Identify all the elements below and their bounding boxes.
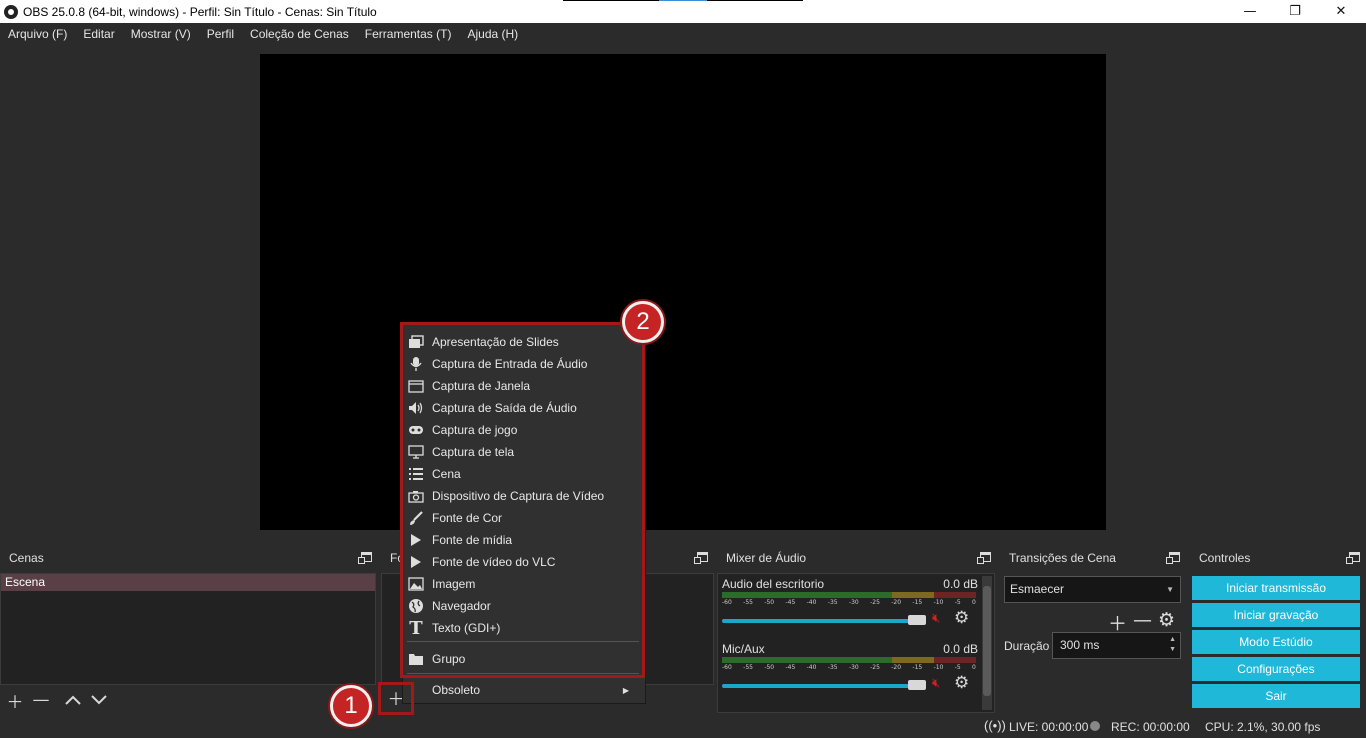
volume-slider-handle[interactable] (908, 680, 926, 690)
move-up-icon[interactable] (60, 688, 86, 712)
menu-arquivo[interactable]: Arquivo (F) (2, 27, 73, 41)
menu-bar: Arquivo (F) Editar Mostrar (V) Perfil Co… (0, 23, 1366, 45)
mixer-channel-mic: Mic/Aux 0.0 dB -60 -55 -50 -45 -40 -35 -30 -25-… (722, 639, 978, 701)
transitions-dock-title: Transições de Cena (1009, 551, 1116, 565)
menu-ferramentas[interactable]: Ferramentas (T) (359, 27, 458, 41)
menu-ajuda[interactable]: Ajuda (H) (461, 27, 524, 41)
menu-perfil[interactable]: Perfil (201, 27, 240, 41)
close-button[interactable]: ✕ (1318, 0, 1364, 23)
duration-label: Duração (1004, 639, 1050, 653)
volume-meter (722, 657, 976, 663)
controls-dock-header: Controles (1190, 543, 1366, 573)
add-scene-button[interactable]: ＋ (2, 688, 28, 713)
dock-area: Cenas Escena ＋ — Fo ＋ Mixer de Áudio Aud… (0, 543, 1366, 715)
channel-name: Audio del escritorio (722, 577, 825, 591)
highlight-menu-box (400, 322, 645, 678)
submenu-arrow-icon: ▶ (622, 685, 629, 695)
title-bar: OBS 25.0.8 (64-bit, windows) - Perfil: S… (0, 0, 1366, 23)
mixer-channel-desktop: Audio del escritorio 0.0 dB -60 -55 -50 -45… (722, 574, 978, 636)
remove-scene-button[interactable]: — (28, 688, 54, 712)
step-badge-2: 2 (622, 301, 664, 343)
menu-colecao-cenas[interactable]: Coleção de Cenas (244, 27, 355, 41)
float-dock-icon[interactable] (977, 552, 991, 564)
controls-dock-title: Controles (1199, 551, 1251, 565)
scenes-dock-title: Cenas (9, 551, 44, 565)
scenes-list[interactable]: Escena (0, 573, 376, 685)
volume-slider[interactable] (722, 684, 926, 688)
chevron-down-icon: ▼ (1166, 585, 1174, 594)
gear-icon[interactable]: ⚙ (954, 673, 969, 693)
channel-name: Mic/Aux (722, 642, 765, 656)
step-badge-1: 1 (330, 685, 372, 727)
settings-button[interactable]: Configurações (1192, 657, 1360, 681)
mixer-scrollbar[interactable] (982, 576, 992, 710)
title-top-line-accent (659, 0, 707, 1)
transition-select-value: Esmaecer (1010, 582, 1065, 596)
preview-canvas[interactable] (260, 54, 1106, 530)
start-recording-button[interactable]: Iniciar gravação (1192, 603, 1360, 627)
menu-mostrar[interactable]: Mostrar (V) (125, 27, 197, 41)
menu-item-obsolete[interactable]: Obsoleto ▶ (403, 679, 643, 701)
duration-input[interactable]: 300 ms ▲ ▼ (1052, 632, 1181, 659)
float-dock-icon[interactable] (1166, 552, 1180, 564)
cpu-status: CPU: 2.1%, 30.00 fps (1205, 720, 1321, 734)
window-title: OBS 25.0.8 (64-bit, windows) - Perfil: S… (23, 4, 377, 19)
spinner-arrows-icon[interactable]: ▲ ▼ (1169, 635, 1176, 655)
mixer-dock-header: Mixer de Áudio (717, 543, 997, 573)
scenes-dock: Cenas Escena ＋ — (0, 543, 378, 713)
meter-ticks: -60 -55 -50 -45 -40 -35 -30 -25 -20 -15 -10 -5 0 (722, 599, 976, 606)
muted-speaker-icon[interactable]: 🔇︎ (932, 611, 940, 626)
mixer-panel: Audio del escritorio 0.0 dB -60 -55 -50 -45… (717, 573, 995, 713)
rec-status: REC: 00:00:00 (1111, 720, 1190, 734)
controls-dock: Controles Iniciar transmissão Iniciar gr… (1190, 543, 1366, 713)
scenes-dock-header: Cenas (0, 543, 378, 573)
broadcast-icon: ((•)) (984, 718, 1006, 733)
channel-db: 0.0 dB (943, 577, 978, 591)
move-down-icon[interactable] (86, 688, 112, 712)
muted-speaker-icon[interactable]: 🔇︎ (932, 676, 940, 691)
channel-db: 0.0 dB (943, 642, 978, 656)
transitions-dock-header: Transições de Cena (1000, 543, 1186, 573)
float-dock-icon[interactable] (1346, 552, 1360, 564)
status-bar: ((•)) LIVE: 00:00:00 REC: 00:00:00 CPU: … (0, 715, 1366, 738)
scene-item[interactable]: Escena (1, 574, 375, 591)
maximize-button[interactable]: ❐ (1272, 0, 1318, 23)
mixer-dock-title: Mixer de Áudio (726, 551, 807, 565)
obs-logo-icon (4, 4, 18, 19)
mixer-dock: Mixer de Áudio Audio del escritorio 0.0 … (717, 543, 997, 713)
volume-meter (722, 592, 976, 598)
studio-mode-button[interactable]: Modo Estúdio (1192, 630, 1360, 654)
start-streaming-button[interactable]: Iniciar transmissão (1192, 576, 1360, 600)
highlight-add-button-box (378, 682, 414, 715)
menu-editar[interactable]: Editar (77, 27, 120, 41)
float-dock-icon[interactable] (694, 552, 708, 564)
gear-icon[interactable]: ⚙ (954, 608, 969, 628)
scenes-toolbar: ＋ — (0, 687, 112, 713)
meter-ticks: -60 -55 -50 -45 -40 -35 -30 -25 -20 -15 -10 -5 0 (722, 664, 976, 671)
record-dot-icon (1090, 721, 1100, 731)
minimize-button[interactable]: — (1227, 0, 1273, 23)
transitions-dock: Transições de Cena Esmaecer ▼ ＋ — ⚙ Dura… (1000, 543, 1186, 713)
volume-slider-handle[interactable] (908, 615, 926, 625)
transition-select[interactable]: Esmaecer ▼ (1004, 576, 1181, 603)
duration-value: 300 ms (1060, 638, 1100, 652)
volume-slider[interactable] (722, 619, 926, 623)
exit-button[interactable]: Sair (1192, 684, 1360, 708)
live-status: LIVE: 00:00:00 (1009, 720, 1089, 734)
float-dock-icon[interactable] (358, 552, 372, 564)
